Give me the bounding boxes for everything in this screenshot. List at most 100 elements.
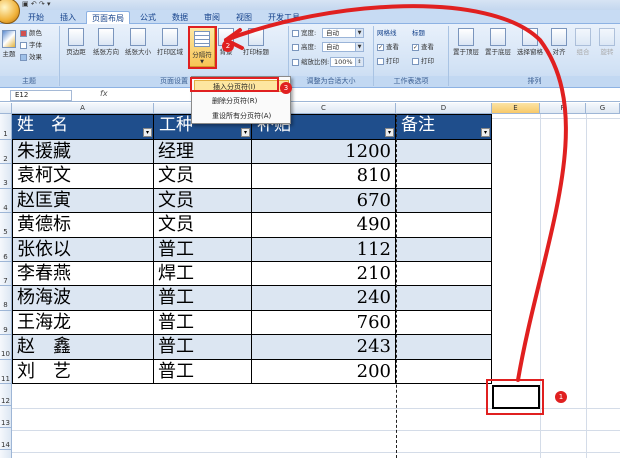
tab-view[interactable]: 视图 <box>230 11 258 24</box>
table-cell-note[interactable] <box>396 237 492 262</box>
row-header-9[interactable]: 9 <box>0 310 12 336</box>
tab-home[interactable]: 开始 <box>22 11 50 24</box>
row-header-15[interactable]: 15 <box>0 450 12 458</box>
table-cell-job[interactable]: 经理 <box>154 140 252 165</box>
row-header-11[interactable]: 11 <box>0 359 12 384</box>
column-header-e[interactable]: E <box>492 103 540 114</box>
bring-to-front-button[interactable]: 置于顶层 <box>450 28 482 56</box>
table-cell-allowance[interactable]: 210 <box>252 262 396 287</box>
print-area-button[interactable]: 打印区域 <box>154 28 186 56</box>
table-cell-allowance[interactable]: 490 <box>252 213 396 238</box>
theme-fonts-button[interactable]: 字体 <box>20 40 42 50</box>
table-cell-allowance[interactable]: 1200 <box>252 140 396 165</box>
send-to-back-button[interactable]: 置于底层 <box>482 28 514 56</box>
themes-button[interactable]: 主题 <box>1 30 17 58</box>
table-cell-note[interactable] <box>396 335 492 360</box>
table-cell-name[interactable]: 刘 艺 <box>12 359 154 384</box>
gridlines-print-checkbox[interactable]: 打印 <box>377 56 399 66</box>
row-header-7[interactable]: 7 <box>0 262 12 287</box>
filter-dropdown-icon[interactable]: ▾ <box>143 128 152 137</box>
row-header-13[interactable]: 13 <box>0 406 12 428</box>
gridlines-view-checkbox[interactable]: ✓ 查看 <box>377 42 399 52</box>
column-header-f[interactable]: F <box>540 103 586 114</box>
row-header-6[interactable]: 6 <box>0 237 12 262</box>
align-button[interactable]: 对齐 <box>548 28 570 56</box>
reset-all-page-breaks-item[interactable]: 重设所有分页符(A) <box>194 110 289 122</box>
column-header-g[interactable]: G <box>586 103 620 114</box>
height-select[interactable]: 自动 ▼ <box>322 42 364 52</box>
select-all-corner[interactable] <box>0 103 12 114</box>
table-cell-allowance[interactable]: 810 <box>252 164 396 189</box>
print-titles-button[interactable]: 打印标题 <box>238 28 274 56</box>
row-header-14[interactable]: 14 <box>0 428 12 450</box>
table-cell-name[interactable]: 赵匡寅 <box>12 188 154 214</box>
table-cell-note[interactable] <box>396 359 492 384</box>
row-header-8[interactable]: 8 <box>0 286 12 311</box>
table-cell-allowance[interactable]: 240 <box>252 286 396 311</box>
row-header-12[interactable]: 12 <box>0 384 12 406</box>
fx-icon[interactable]: fx <box>100 89 108 98</box>
table-cell-name[interactable]: 赵 鑫 <box>12 335 154 360</box>
selection-pane-button[interactable]: 选择窗格 <box>514 28 546 56</box>
table-cell-allowance[interactable]: 670 <box>252 188 396 214</box>
theme-effects-button[interactable]: 效果 <box>20 52 42 62</box>
row-header-2[interactable]: 2 <box>0 140 12 165</box>
table-cell-allowance[interactable]: 243 <box>252 335 396 360</box>
table-cell-note[interactable] <box>396 140 492 165</box>
row-header-4[interactable]: 4 <box>0 188 12 214</box>
table-cell-job[interactable]: 普工 <box>154 237 252 262</box>
table-cell-note[interactable] <box>396 286 492 311</box>
name-box[interactable]: E12 <box>10 90 72 101</box>
headings-view-checkbox[interactable]: ✓ 查看 <box>412 42 434 52</box>
table-cell-note[interactable] <box>396 262 492 287</box>
tab-developer[interactable]: 开发工具 <box>264 11 304 24</box>
tab-data[interactable]: 数据 <box>166 11 194 24</box>
filter-dropdown-icon[interactable]: ▾ <box>481 128 490 137</box>
table-cell-job[interactable]: 普工 <box>154 359 252 384</box>
size-button[interactable]: 纸张大小 <box>122 28 154 56</box>
table-cell-job[interactable]: 焊工 <box>154 262 252 287</box>
table-cell-name[interactable]: 王海龙 <box>12 310 154 336</box>
table-cell-job[interactable]: 文员 <box>154 164 252 189</box>
tab-review[interactable]: 审阅 <box>198 11 226 24</box>
theme-colors-button[interactable]: 颜色 <box>20 28 42 38</box>
column-header-a[interactable]: A <box>12 103 154 114</box>
row-header-5[interactable]: 5 <box>0 213 12 238</box>
headings-print-checkbox[interactable]: 打印 <box>412 56 434 66</box>
table-cell-name[interactable]: 黄德标 <box>12 213 154 238</box>
table-cell-name[interactable]: 李春燕 <box>12 262 154 287</box>
table-cell-job[interactable]: 文员 <box>154 213 252 238</box>
row-header-1[interactable]: 1 <box>0 114 12 140</box>
orientation-button[interactable]: 纸张方向 <box>90 28 122 56</box>
filter-dropdown-icon[interactable]: ▾ <box>241 128 250 137</box>
width-select[interactable]: 自动 ▼ <box>322 28 364 38</box>
column-header-d[interactable]: D <box>396 103 492 114</box>
table-cell-allowance[interactable]: 200 <box>252 359 396 384</box>
table-cell-note[interactable] <box>396 213 492 238</box>
row-header-3[interactable]: 3 <box>0 164 12 189</box>
table-cell-job[interactable]: 文员 <box>154 188 252 214</box>
table-cell-name[interactable]: 袁柯文 <box>12 164 154 189</box>
rotate-button[interactable]: 旋转 <box>596 28 618 56</box>
table-cell-allowance[interactable]: 760 <box>252 310 396 336</box>
row-header-10[interactable]: 10 <box>0 335 12 360</box>
margins-button[interactable]: 页边距 <box>62 28 90 56</box>
table-cell-name[interactable]: 杨海波 <box>12 286 154 311</box>
table-cell-note[interactable] <box>396 164 492 189</box>
filter-dropdown-icon[interactable]: ▾ <box>385 128 394 137</box>
quick-access-toolbar[interactable]: ▣ ↶ ↷ ▾ <box>22 0 51 8</box>
table-cell-name[interactable]: 朱援藏 <box>12 140 154 165</box>
scale-stepper[interactable]: 100% ⇕ <box>330 57 364 67</box>
table-cell-name[interactable]: 张依以 <box>12 237 154 262</box>
table-cell-note[interactable] <box>396 188 492 214</box>
table-cell-job[interactable]: 普工 <box>154 310 252 336</box>
remove-page-break-item[interactable]: 删除分页符(R) <box>194 95 289 107</box>
tab-formulas[interactable]: 公式 <box>134 11 162 24</box>
office-button[interactable] <box>0 0 20 24</box>
table-cell-allowance[interactable]: 112 <box>252 237 396 262</box>
table-cell-job[interactable]: 普工 <box>154 335 252 360</box>
tab-page-layout[interactable]: 页面布局 <box>86 11 130 24</box>
tab-insert[interactable]: 插入 <box>54 11 82 24</box>
table-cell-job[interactable]: 普工 <box>154 286 252 311</box>
table-cell-note[interactable] <box>396 310 492 336</box>
